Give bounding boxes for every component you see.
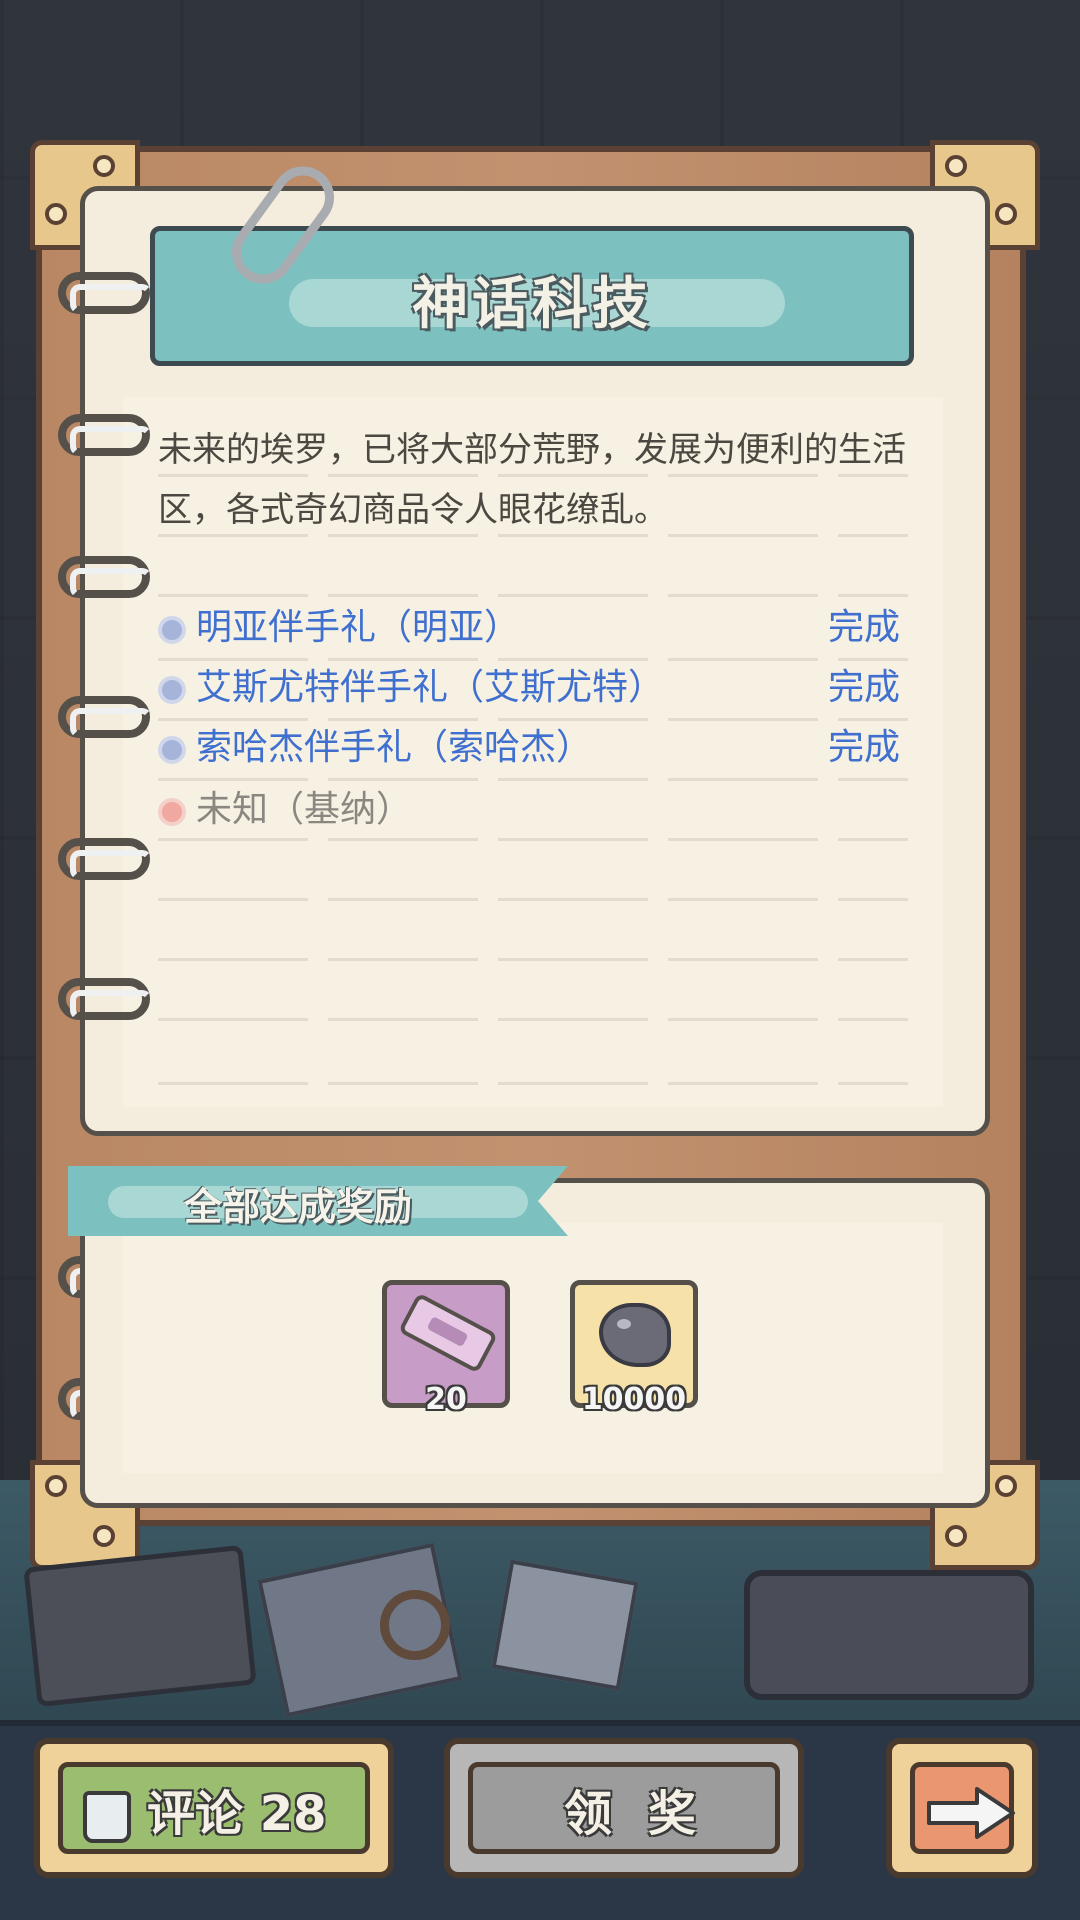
- ruled-line: [158, 1018, 908, 1021]
- task-name: 未知（基纳）: [196, 789, 413, 830]
- task-item[interactable]: 未知（基纳）: [158, 782, 918, 838]
- paper-decoration: [491, 1559, 639, 1691]
- next-button[interactable]: [886, 1738, 1038, 1878]
- quill-ink-icon: [83, 1791, 131, 1843]
- ruled-line: [158, 778, 908, 781]
- task-name: 索哈杰伴手礼（索哈杰）: [196, 727, 593, 768]
- binder-ring: [58, 978, 152, 1020]
- claim-button-label: 领奖: [563, 1786, 732, 1842]
- ruled-line: [158, 958, 908, 961]
- comment-button[interactable]: 评论 28: [34, 1738, 394, 1878]
- reward-item[interactable]: 10000: [570, 1280, 698, 1417]
- magnifying-glass-icon: [380, 1590, 450, 1660]
- bullet-done-icon: [158, 736, 186, 764]
- reward-title: 全部达成奖励: [184, 1185, 413, 1229]
- next-button-face: [910, 1762, 1015, 1854]
- ruled-line: [158, 898, 908, 901]
- task-item[interactable]: 艾斯尤特伴手礼（艾斯尤特） 完成: [158, 660, 918, 716]
- book-stack-decoration: [23, 1544, 257, 1708]
- task-status: 完成: [827, 727, 900, 768]
- task-name: 明亚伴手礼（明亚）: [196, 607, 521, 648]
- claim-reward-button[interactable]: 领奖: [444, 1738, 804, 1878]
- ruled-line: [158, 1082, 908, 1085]
- bullet-unknown-icon: [158, 798, 186, 826]
- telescope-icon: [397, 1292, 499, 1374]
- ghost-coin-icon: [599, 1303, 671, 1367]
- binder-ring: [58, 696, 152, 738]
- binder-ring: [58, 272, 152, 314]
- task-status: 完成: [827, 607, 900, 648]
- reward-ribbon: 全部达成奖励: [68, 1166, 568, 1236]
- comment-button-face: 评论 28: [58, 1762, 370, 1854]
- task-status: 完成: [827, 667, 900, 708]
- binder-ring: [58, 414, 152, 456]
- task-name: 艾斯尤特伴手礼（艾斯尤特）: [196, 667, 665, 708]
- arrow-right-icon: [927, 1787, 1015, 1839]
- binder-ring: [58, 556, 152, 598]
- bullet-done-icon: [158, 676, 186, 704]
- binder-ring: [58, 838, 152, 880]
- reward-count: 20: [425, 1382, 467, 1417]
- treasure-box-decoration: [744, 1570, 1034, 1700]
- reward-count: 10000: [581, 1382, 687, 1417]
- comment-button-label: 评论 28: [147, 1786, 327, 1842]
- ruled-line: [158, 838, 908, 841]
- task-item[interactable]: 明亚伴手礼（明亚） 完成: [158, 600, 918, 656]
- claim-button-face: 领奖: [468, 1762, 780, 1854]
- reward-item[interactable]: 20: [382, 1280, 510, 1417]
- bullet-done-icon: [158, 616, 186, 644]
- reward-panel-inner: [123, 1223, 943, 1473]
- task-item[interactable]: 索哈杰伴手礼（索哈杰） 完成: [158, 720, 918, 776]
- ruled-line: [158, 594, 908, 597]
- chapter-description: 未来的埃罗，已将大部分荒野，发展为便利的生活区，各式奇幻商品令人眼花缭乱。: [158, 430, 906, 530]
